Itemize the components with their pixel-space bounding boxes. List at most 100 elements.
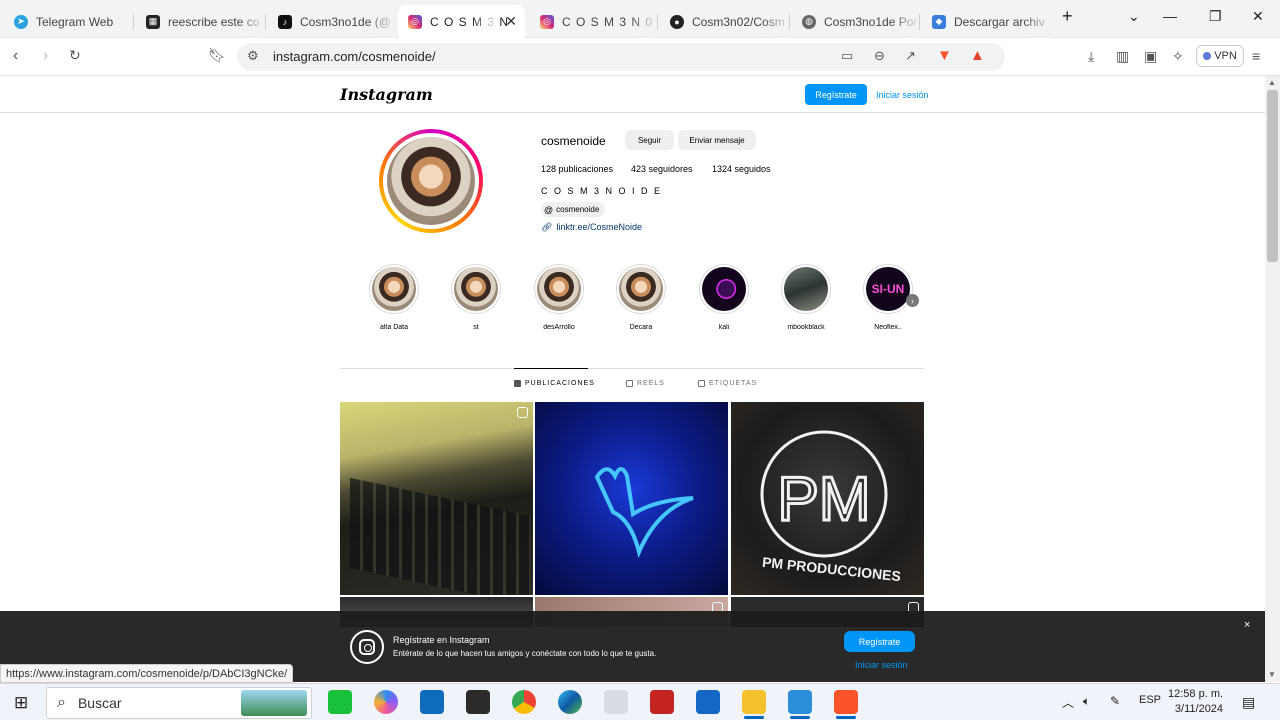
highlight-decara[interactable]: Decara [614,264,668,331]
taskbar-brave-icon[interactable] [834,690,858,719]
profile-full-name: C O S M 3 N O I D E [541,186,663,196]
brave-rewards-icon[interactable]: ▲ [970,47,985,64]
svg-text:PM PRODUCCIONES: PM PRODUCCIONES [761,554,901,584]
tab-instagram-active[interactable]: ◎ C O S M 3 N ✕ [398,5,525,38]
taskbar-app-icon[interactable] [604,690,628,714]
taskbar-vscode-icon[interactable] [788,690,812,719]
banner-subtitle: Entérate de lo que hacen tus amigos y co… [393,649,657,658]
taskbar-epic-games-icon[interactable] [466,690,490,714]
pm-neon-sign: PM PM PRODUCCIONES [760,430,902,584]
neon-sign-image: SI-UN [866,267,910,311]
taskbar-clock[interactable]: 12:58 p. m. 3/11/2024 [1168,687,1223,717]
highlight-mbookblack[interactable]: mbookblack [779,264,833,331]
taskbar-chrome-icon[interactable] [512,690,536,714]
signup-button[interactable]: Regístrate [805,84,867,105]
tab-reels[interactable]: REELS [626,380,665,387]
profile-avatar[interactable] [379,129,483,233]
reload-icon[interactable]: ↻ [69,47,81,64]
close-tab-icon[interactable]: ✕ [505,13,517,30]
restore-icon[interactable]: ❐ [1209,8,1222,25]
tiktok-icon: ♪ [278,14,292,29]
bookmark-icon[interactable]: 🔖︎ [208,47,226,64]
tabs-divider [340,368,924,369]
vpn-button[interactable]: VPN [1196,45,1244,67]
notifications-icon[interactable]: ▤ [1242,694,1255,711]
highlight-desarrollo[interactable]: desArrollo [532,264,586,331]
taskbar-store-icon[interactable] [696,690,720,714]
menu-icon[interactable]: ≡ [1252,48,1260,64]
taskbar-edge-icon[interactable] [558,690,582,714]
pen-icon[interactable]: ✎ [1110,694,1120,708]
wallet-icon[interactable]: ▣ [1144,48,1157,65]
tab-tiktok[interactable]: ♪ Cosm3no1de (@ [268,5,396,38]
cast-icon[interactable]: ▭ [841,48,853,64]
banner-signup-button[interactable]: Regístrate [844,631,915,652]
forward-icon[interactable]: › [43,47,48,65]
instagram-page: Instagram Regístrate Iniciar sesión cosm… [0,76,1265,682]
post-neon-logo[interactable] [535,402,728,595]
volume-icon[interactable]: 🔈︎ [1083,694,1090,709]
scroll-thumb[interactable] [1267,90,1278,262]
send-message-button[interactable]: Enviar mensaje [678,130,756,150]
minimize-icon[interactable]: — [1163,8,1177,24]
neon-logo-shape [594,467,694,559]
taskbar-search[interactable]: ⌕ Buscar [46,687,312,719]
browser-toolbar: ‹ › ↻ 🔖︎ ⚙ instagram.com/cosmenoide/ ▭ ⊖… [0,38,1280,76]
brave-shields-icon[interactable]: ▼ [937,47,952,64]
threads-badge[interactable]: @ cosmenoide [541,202,606,217]
highlight-kali[interactable]: kali [697,264,751,331]
tab-portfolio[interactable]: ◍ Cosm3no1de Por [792,5,920,38]
windows-start-icon[interactable]: ⊞ [14,693,28,713]
banner-close-icon[interactable]: × [1244,619,1250,631]
taskbar-explorer-icon[interactable] [742,690,766,719]
post-pm-producciones[interactable]: PM PM PRODUCCIONES [731,402,924,595]
banner-login-link[interactable]: Iniciar sesión [855,660,908,670]
language-indicator[interactable]: ESP [1139,694,1161,706]
tray-chevron-icon[interactable]: ︿ [1062,694,1074,711]
active-tab-indicator [514,368,588,369]
tab-instagram-2[interactable]: ◎ C O S M 3 N 0 I D [530,5,658,38]
highlight-st[interactable]: st [449,264,503,331]
taskbar-app-red-icon[interactable] [650,690,674,714]
new-tab-icon[interactable]: + [1062,6,1073,27]
zoom-icon[interactable]: ⊖ [874,48,885,64]
taskbar-copilot-icon[interactable] [374,690,398,714]
tab-etiquetas[interactable]: ETIQUETAS [698,380,757,387]
followers-count[interactable]: 423 seguidores [631,164,693,174]
search-highlight-image [241,690,307,716]
url-text[interactable]: instagram.com/cosmenoide/ [273,49,436,64]
share-icon[interactable]: ↗ [905,48,916,64]
scroll-down-icon[interactable]: ▼ [1268,670,1276,679]
address-bar[interactable]: ⚙ instagram.com/cosmenoide/ ▭ ⊖ ↗ ▼ ▲ [237,43,1005,71]
site-info-icon[interactable]: ⚙ [247,48,259,64]
login-link[interactable]: Iniciar sesión [876,90,929,100]
close-window-icon[interactable]: ✕ [1252,8,1264,25]
tab-descargar[interactable]: ◆ Descargar archiv [922,5,1052,38]
back-icon[interactable]: ‹ [13,47,18,65]
tab-publicaciones[interactable]: PUBLICACIONES [514,380,595,387]
bio-link[interactable]: 🔗︎ linktr.ee/CosmeNoide [541,222,642,233]
downloads-icon[interactable]: ⤓ [1088,48,1094,65]
instagram-logo[interactable]: Instagram [340,85,433,104]
instagram-icon: ◎ [408,14,422,29]
instagram-header: Instagram Regístrate Iniciar sesión [0,76,1265,113]
posts-count: 128 publicaciones [541,164,614,174]
github-icon: ● [670,14,684,29]
post-keyboard[interactable] [340,402,533,595]
tab-github[interactable]: ● Cosm3n02/Cosm [660,5,790,38]
reel-icon [517,407,528,418]
threads-icon: @ [544,204,554,215]
highlights-next-icon[interactable]: › [906,294,919,307]
tab-search-chevron-icon[interactable]: ⌄ [1128,8,1140,25]
following-count[interactable]: 1324 seguidos [712,164,771,174]
follow-button[interactable]: Seguir [625,130,674,150]
leo-ai-icon[interactable]: ✧ [1172,48,1184,65]
taskbar-mail-icon[interactable] [420,690,444,714]
highlight-alta-data[interactable]: alta Data [367,264,421,331]
taskbar-app-whatsapp-icon[interactable] [328,690,352,714]
page-scrollbar[interactable]: ▲ ▼ [1265,76,1280,682]
scroll-up-icon[interactable]: ▲ [1268,78,1276,87]
tab-reescribe[interactable]: ▦ reescribe este co [136,5,266,38]
sidebar-icon[interactable]: ▥ [1116,48,1129,65]
tab-telegram[interactable]: ➤ Telegram Web [4,5,134,38]
